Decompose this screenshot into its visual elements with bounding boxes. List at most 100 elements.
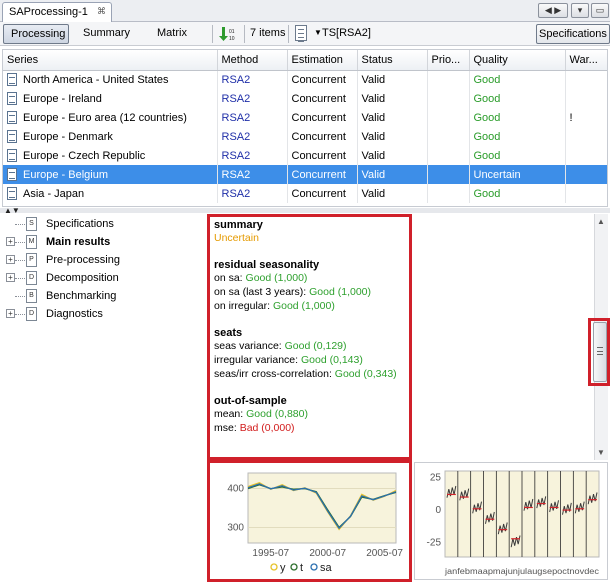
series-cell[interactable]: Europe - Ireland bbox=[3, 89, 218, 108]
method-cell[interactable]: RSA2 bbox=[217, 165, 288, 184]
specifications-button[interactable]: Specifications bbox=[536, 24, 610, 44]
table-row[interactable]: Europe - Euro area (12 countries) RSA2 C… bbox=[3, 108, 607, 127]
estimation-cell[interactable]: Concurrent bbox=[287, 70, 358, 89]
series-cell[interactable]: Europe - Czech Republic bbox=[3, 146, 218, 165]
window-menu-button[interactable]: ▾ bbox=[571, 3, 589, 18]
scroll-down-icon[interactable]: ▼ bbox=[597, 448, 605, 457]
x-tick-label: 1995-07 bbox=[252, 548, 289, 559]
document-tab-title: SAProcessing-1 bbox=[9, 6, 88, 18]
status-cell[interactable]: Valid bbox=[357, 70, 428, 89]
sort-down-icon[interactable]: 01 10 bbox=[218, 26, 238, 42]
series-cell[interactable]: Europe - Denmark bbox=[3, 127, 218, 146]
quality-cell[interactable]: Good bbox=[469, 89, 566, 108]
chevron-down-icon[interactable]: ▼ bbox=[314, 28, 322, 37]
warning-cell[interactable] bbox=[565, 184, 607, 203]
tree-node-decomposition[interactable]: + D Decomposition bbox=[2, 269, 202, 287]
status-cell[interactable]: Valid bbox=[357, 127, 428, 146]
column-header-priority[interactable]: Prio... bbox=[427, 50, 470, 71]
series-cell[interactable]: North America - United States bbox=[3, 70, 218, 89]
split-pane-divider[interactable]: ▲▼ bbox=[0, 206, 610, 215]
table-row[interactable]: Europe - Czech Republic RSA2 Concurrent … bbox=[3, 146, 607, 165]
table-row-selected[interactable]: Europe - Belgium RSA2 Concurrent Valid U… bbox=[3, 165, 607, 184]
tab-summary[interactable]: Summary bbox=[76, 24, 137, 44]
diagnostics-node-icon: D bbox=[26, 307, 37, 321]
method-cell[interactable]: RSA2 bbox=[217, 89, 288, 108]
residual-on-sa: on sa: Good (1,000) bbox=[214, 271, 405, 285]
expand-icon[interactable]: + bbox=[6, 273, 15, 282]
warning-cell[interactable] bbox=[565, 127, 607, 146]
column-header-status[interactable]: Status bbox=[357, 50, 428, 71]
warning-cell[interactable] bbox=[565, 165, 607, 184]
quality-cell[interactable]: Good bbox=[469, 108, 566, 127]
status-cell[interactable]: Valid bbox=[357, 184, 428, 203]
priority-cell[interactable] bbox=[427, 89, 470, 108]
legend-label-y: y bbox=[280, 562, 286, 574]
quality-cell[interactable]: Good bbox=[469, 184, 566, 203]
legend-marker-y bbox=[270, 563, 278, 571]
spec-dropdown[interactable]: TS[RSA2] bbox=[322, 27, 371, 39]
priority-cell[interactable] bbox=[427, 108, 470, 127]
expand-icon[interactable]: + bbox=[6, 255, 15, 264]
warning-cell[interactable] bbox=[565, 70, 607, 89]
estimation-cell[interactable]: Concurrent bbox=[287, 108, 358, 127]
tab-matrix[interactable]: Matrix bbox=[150, 24, 194, 44]
table-row[interactable]: North America - United States RSA2 Concu… bbox=[3, 70, 607, 89]
method-cell[interactable]: RSA2 bbox=[217, 146, 288, 165]
estimation-cell[interactable]: Concurrent bbox=[287, 89, 358, 108]
table-row[interactable]: Asia - Japan RSA2 Concurrent Valid Good bbox=[3, 184, 607, 203]
document-icon[interactable] bbox=[295, 25, 307, 42]
quality-cell[interactable]: Good bbox=[469, 127, 566, 146]
estimation-cell[interactable]: Concurrent bbox=[287, 146, 358, 165]
priority-cell[interactable] bbox=[427, 70, 470, 89]
status-cell[interactable]: Valid bbox=[357, 89, 428, 108]
window-nav-button[interactable]: ◀ ▶ bbox=[538, 3, 568, 18]
estimation-cell[interactable]: Concurrent bbox=[287, 165, 358, 184]
column-header-method[interactable]: Method bbox=[217, 50, 288, 71]
status-cell[interactable]: Valid bbox=[357, 108, 428, 127]
warning-cell[interactable] bbox=[565, 146, 607, 165]
tree-node-pre-processing[interactable]: + P Pre-processing bbox=[2, 251, 202, 269]
status-cell[interactable]: Valid bbox=[357, 165, 428, 184]
sa-trend-chart[interactable]: 300 400 1995-07 2000-07 2005-07 y t sa bbox=[210, 463, 409, 579]
method-cell[interactable]: RSA2 bbox=[217, 127, 288, 146]
table-row[interactable]: Europe - Ireland RSA2 Concurrent Valid G… bbox=[3, 89, 607, 108]
document-tab[interactable]: SAProcessing-1 ⌘ bbox=[2, 2, 112, 22]
tree-node-specifications[interactable]: S Specifications bbox=[2, 215, 202, 233]
quality-cell[interactable]: Good bbox=[469, 146, 566, 165]
tab-processing[interactable]: Processing bbox=[3, 24, 69, 44]
priority-cell[interactable] bbox=[427, 165, 470, 184]
series-cell[interactable]: Asia - Japan bbox=[3, 184, 218, 203]
tree-node-benchmarking[interactable]: B Benchmarking bbox=[2, 287, 202, 305]
scroll-up-icon[interactable]: ▲ bbox=[597, 217, 605, 226]
estimation-cell[interactable]: Concurrent bbox=[287, 184, 358, 203]
expand-icon[interactable]: + bbox=[6, 237, 15, 246]
column-header-quality[interactable]: Quality bbox=[469, 50, 566, 71]
method-cell[interactable]: RSA2 bbox=[217, 70, 288, 89]
expand-icon[interactable]: + bbox=[6, 309, 15, 318]
estimation-cell[interactable]: Concurrent bbox=[287, 127, 358, 146]
method-cell[interactable]: RSA2 bbox=[217, 108, 288, 127]
seasonal-factors-chart[interactable]: 25 0 -25 janfebmaapmajunjulaugsepoctnovdec bbox=[415, 463, 607, 579]
quality-cell[interactable]: Good bbox=[469, 70, 566, 89]
column-header-series[interactable]: Series bbox=[3, 50, 218, 71]
tree-node-diagnostics[interactable]: + D Diagnostics bbox=[2, 305, 202, 323]
close-icon[interactable]: ⌘ bbox=[97, 6, 106, 17]
warning-cell[interactable] bbox=[565, 89, 607, 108]
decomposition-node-icon: D bbox=[26, 271, 37, 285]
toolbar-separator bbox=[288, 25, 289, 43]
priority-cell[interactable] bbox=[427, 127, 470, 146]
tree-node-main-results[interactable]: + M Main results bbox=[2, 233, 202, 251]
maximize-button[interactable]: ▭ bbox=[591, 3, 609, 18]
series-cell[interactable]: Europe - Belgium bbox=[3, 165, 218, 184]
priority-cell[interactable] bbox=[427, 184, 470, 203]
column-header-warnings[interactable]: War... bbox=[565, 50, 607, 71]
series-cell[interactable]: Europe - Euro area (12 countries) bbox=[3, 108, 218, 127]
table-row[interactable]: Europe - Denmark RSA2 Concurrent Valid G… bbox=[3, 127, 607, 146]
method-cell[interactable]: RSA2 bbox=[217, 184, 288, 203]
scroll-thumb[interactable] bbox=[593, 322, 607, 382]
priority-cell[interactable] bbox=[427, 146, 470, 165]
column-header-estimation[interactable]: Estimation bbox=[287, 50, 358, 71]
warning-cell[interactable]: ! bbox=[565, 108, 607, 127]
quality-cell[interactable]: Uncertain bbox=[469, 165, 566, 184]
status-cell[interactable]: Valid bbox=[357, 146, 428, 165]
